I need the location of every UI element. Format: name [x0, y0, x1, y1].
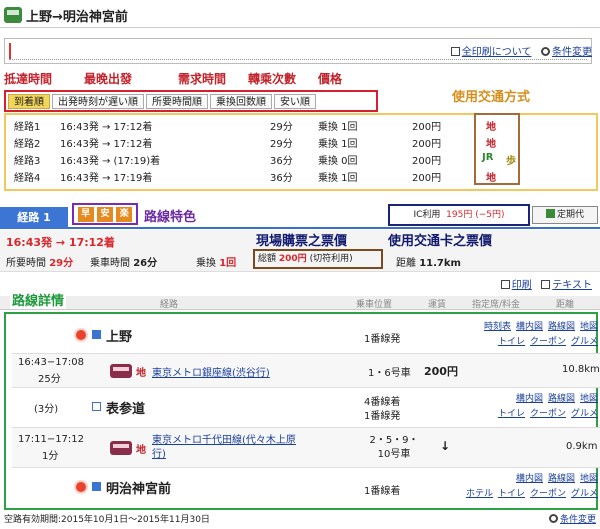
annotation-transfers: 轉乘次數	[248, 72, 297, 86]
station-links: 時刻表 構内図 路線図 地図 トイレ クーポン グルメ	[479, 320, 598, 350]
map-link[interactable]: 地図	[580, 322, 598, 332]
summary-fare: 総額 200円 (切符利用)	[253, 249, 383, 269]
annotation-arrival: 抵達時間	[4, 72, 53, 86]
pass-icon	[545, 209, 555, 218]
sort-tab-cheapest[interactable]: 安い順	[274, 93, 316, 109]
sort-tab-arrival[interactable]: 到着順	[8, 93, 50, 109]
station-map-link[interactable]: 構内図	[516, 322, 543, 332]
summary-distance: 距離 11.7km	[396, 258, 461, 269]
validity-period: 空路有効期間:2015年10月1日〜2015年11月30日	[4, 515, 210, 525]
hotel-link[interactable]: ホテル	[466, 489, 493, 499]
sort-tabs: 到着順 出発時刻が遅い順 所要時間順 乗換回数順 安い順	[4, 90, 378, 112]
text-link[interactable]: テキスト	[541, 280, 592, 291]
search-tools: 全印刷について 条件変更	[450, 43, 592, 58]
print-icon	[450, 47, 460, 56]
summary-times: 16:43発 → 17:12着	[6, 236, 115, 249]
transport-mode-highlight	[474, 113, 520, 185]
change-conditions-link-bottom[interactable]: 条件変更	[548, 512, 596, 525]
line-link[interactable]: 東京メトロ千代田線(代々木上原行)	[152, 434, 302, 462]
coupon-link[interactable]: クーポン	[530, 409, 566, 419]
feature-cheap-icon: 安	[96, 206, 113, 222]
search-icon	[548, 514, 558, 523]
train-icon	[4, 7, 22, 23]
title-row: 上野→明治神宮前	[4, 4, 128, 26]
fare-carry-arrow-icon: ↓	[440, 439, 451, 453]
station-row-ueno: 上野 1番線発 時刻表 構内図 路線図 地図 トイレ クーポン グルメ	[12, 318, 600, 354]
platform: 1番線発	[364, 334, 401, 345]
footer: 空路有効期間:2015年10月1日〜2015年11月30日 条件変更	[4, 512, 596, 525]
line-link[interactable]: 東京メトロ銀座線(渋谷行)	[152, 364, 270, 379]
commuter-pass-button[interactable]: 定期代	[532, 206, 598, 224]
station-map-link[interactable]: 構内図	[516, 474, 543, 484]
sort-tab-late-departure[interactable]: 出発時刻が遅い順	[52, 93, 144, 109]
route-map-link[interactable]: 路線図	[548, 322, 575, 332]
station-map-link[interactable]: 構内図	[516, 394, 543, 404]
station-links: 構内図 路線図 地図 ホテル トイレ クーポン グルメ	[461, 472, 598, 502]
summary-required: 所要時間 29分	[6, 258, 74, 269]
annotation-transport-mode: 使用交通方式	[452, 90, 531, 105]
feature-fast-icon: 早	[77, 206, 94, 222]
station-row-meijijingumae: 明治神宮前 1番線着 構内図 路線図 地図 ホテル トイレ クーポン グルメ	[12, 470, 600, 506]
annotation-onsite-ticket: 現場購票之票價	[256, 234, 348, 249]
arrival-sun-icon	[76, 482, 86, 492]
dotted-divider	[9, 59, 587, 60]
subway-car-icon	[110, 364, 132, 378]
coupon-link[interactable]: クーポン	[530, 489, 566, 499]
annotation-latest: 最晚出發	[84, 72, 133, 86]
toilet-link[interactable]: トイレ	[498, 409, 525, 419]
segment-row-2: 17:11−17:12 1分 地 東京メトロ千代田線(代々木上原行) 2・5・9…	[12, 428, 600, 468]
summary-ride: 乗車時間 26分	[90, 258, 158, 269]
gourmet-link[interactable]: グルメ	[571, 489, 598, 499]
gourmet-link[interactable]: グルメ	[571, 337, 598, 347]
map-link[interactable]: 地図	[580, 394, 598, 404]
gourmet-link[interactable]: グルメ	[571, 409, 598, 419]
detail-table-header: 経路 乗車位置 運賃 指定席/料金 距離	[0, 296, 600, 310]
print-icon	[500, 280, 510, 289]
print-link[interactable]: 印刷	[500, 280, 532, 291]
annotation-ic-ticket: 使用交通卡之票價	[388, 234, 493, 249]
station-name: 上野	[106, 330, 133, 345]
route-features: 早 安 楽	[72, 203, 138, 225]
station-marker-icon	[92, 482, 101, 491]
ic-fare: IC利用 195円 (−5円)	[388, 204, 530, 226]
text-icon	[541, 280, 551, 289]
station-links: 構内図 路線図 地図 トイレ クーポン グルメ	[493, 392, 598, 422]
station-name: 明治神宮前	[106, 482, 172, 497]
page-title: 上野→明治神宮前	[26, 9, 128, 25]
subway-icon: 地	[136, 445, 146, 456]
change-conditions-link[interactable]: 条件変更	[541, 47, 592, 58]
search-icon	[541, 47, 550, 56]
station-name: 表参道	[106, 402, 146, 417]
print-links: 印刷 テキスト	[500, 276, 592, 291]
subway-car-icon	[110, 441, 132, 455]
annotation-price: 價格	[318, 72, 343, 86]
toilet-link[interactable]: トイレ	[498, 489, 525, 499]
route-map-link[interactable]: 路線図	[548, 474, 575, 484]
text-caret	[9, 43, 11, 59]
route-map-link[interactable]: 路線図	[548, 394, 575, 404]
annotation-route-details: 路線詳情	[10, 290, 67, 309]
annotation-required: 需求時間	[178, 72, 227, 86]
route-details: 上野 1番線発 時刻表 構内図 路線図 地図 トイレ クーポン グルメ 16:43−17:…	[4, 312, 600, 510]
station-row-omotesando: (3分) 表参道 4番線着 1番線発 構内図 路線図 地図 トイレ クーポン グルメ	[12, 388, 600, 428]
annotation-route-features: 路線特色	[144, 210, 197, 225]
transfer-marker-icon	[92, 402, 101, 411]
title-divider	[0, 27, 600, 28]
toilet-link[interactable]: トイレ	[498, 337, 525, 347]
sort-tab-transfers[interactable]: 乗換回数順	[210, 93, 272, 109]
coupon-link[interactable]: クーポン	[530, 337, 566, 347]
timetable-link[interactable]: 時刻表	[484, 322, 511, 332]
feature-easy-icon: 楽	[116, 206, 133, 222]
tab-route-1[interactable]: 経路 1	[0, 207, 68, 229]
sort-tab-duration[interactable]: 所要時間順	[146, 93, 208, 109]
subway-icon: 地	[136, 368, 146, 379]
map-link[interactable]: 地図	[580, 474, 598, 484]
summary-transfer: 乗換 1回	[196, 258, 237, 269]
print-all-link[interactable]: 全印刷について	[450, 47, 531, 58]
departure-sun-icon	[76, 330, 86, 340]
station-marker-icon	[92, 330, 101, 339]
segment-row-1: 16:43−17:08 25分 地 東京メトロ銀座線(渋谷行) 1・6号車 20…	[12, 354, 600, 388]
